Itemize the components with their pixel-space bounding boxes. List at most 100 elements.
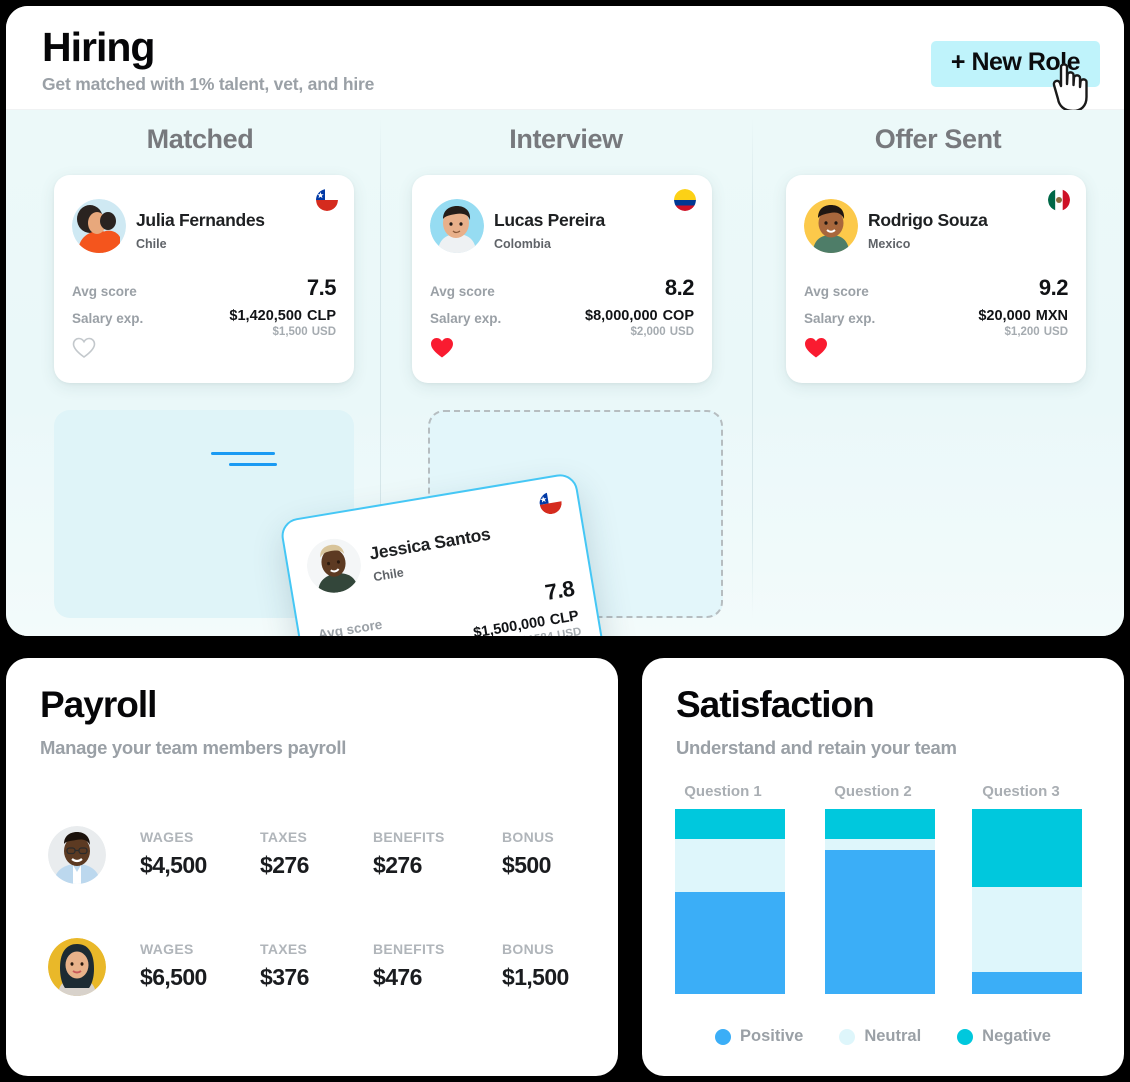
payroll-value: $4,500 [140, 852, 207, 878]
avg-score-value: 9.2 [1038, 275, 1069, 300]
payroll-value: $276 [260, 852, 309, 878]
payroll-panel: Payroll Manage your team members payroll… [6, 658, 618, 1076]
legend-item-neutral: Neutral [839, 1027, 921, 1046]
payroll-column-header: TAXES [260, 941, 308, 957]
payroll-value: $500 [502, 852, 551, 878]
payroll-value: $1,500 [502, 964, 569, 990]
payroll-cell-benefits: BENEFITS $276 [373, 829, 445, 879]
satisfaction-subtitle: Understand and retain your team [676, 737, 957, 758]
candidate-name: Rodrigo Souza [868, 210, 988, 230]
new-role-button[interactable]: + New Role [930, 41, 1100, 87]
column-header-matched: Matched [146, 124, 254, 154]
avatar [48, 938, 106, 996]
payroll-column-header: BENEFITS [373, 941, 445, 957]
candidate-card[interactable]: Rodrigo Souza Mexico Avg score 9.2 Salar… [786, 175, 1086, 383]
salary-usd-amount: $2,000 [630, 326, 666, 338]
hiring-panel: Hiring Get matched with 1% talent, vet, … [6, 6, 1124, 636]
heart-outline-icon[interactable] [72, 337, 96, 359]
salary-usd-currency: USD [669, 326, 694, 338]
payroll-cell-taxes: TAXES $376 [260, 941, 309, 991]
mexico-flag-icon [1048, 189, 1070, 211]
avatar [303, 535, 365, 597]
bar-segment-positive [972, 971, 1082, 994]
salary-usd-currency: USD [311, 326, 336, 338]
payroll-column-header: BENEFITS [373, 829, 445, 845]
placeholder-line [229, 463, 277, 466]
salary-usd-currency: USD [1043, 326, 1068, 338]
payroll-value: $476 [373, 964, 422, 990]
avatar [430, 199, 484, 253]
chile-flag-icon [537, 490, 563, 515]
payroll-column-header: BONUS [502, 829, 555, 845]
avg-score-value: 8.2 [664, 275, 695, 300]
payroll-row[interactable]: WAGES $6,500 TAXES $376 BENEFITS $476 BO… [40, 935, 590, 1015]
avatar [72, 199, 126, 253]
heart-filled-icon[interactable] [804, 337, 828, 359]
payroll-subtitle: Manage your team members payroll [40, 737, 347, 758]
payroll-value: $276 [373, 852, 422, 878]
hiring-header: Hiring Get matched with 1% talent, vet, … [6, 6, 1124, 113]
bar-segment-positive [825, 849, 935, 994]
salary-exp-label: Salary exp. [430, 311, 502, 326]
bar-segment-positive [675, 892, 785, 994]
salary-local-currency: MXN [1035, 308, 1068, 324]
salary-local-currency: CLP [307, 308, 336, 324]
salary-exp-label: Salary exp. [72, 311, 144, 326]
chart-legend: Positive Neutral Negative [642, 1027, 1124, 1046]
chart-category-label: Question 3 [982, 783, 1060, 800]
avg-score-label: Avg score [804, 284, 869, 299]
heart-filled-icon[interactable] [430, 337, 454, 359]
stacked-bar[interactable] [825, 809, 935, 994]
column-divider [752, 118, 753, 618]
salary-usd-amount: $1,500 [272, 326, 308, 338]
bar-segment-neutral [825, 838, 935, 850]
avg-score-value: 7.8 [543, 575, 577, 606]
salary-local-amount: $8,000,000 [585, 308, 658, 324]
salary-local-amount: $20,000 [978, 308, 1031, 324]
app-root: Hiring Get matched with 1% talent, vet, … [0, 0, 1130, 1082]
bar-segment-neutral [675, 838, 785, 893]
salary-local: $20,000 MXN [978, 308, 1068, 324]
salary-usd: $2,000 USD [631, 326, 694, 338]
payroll-column-header: BONUS [502, 941, 555, 957]
avg-score-label: Avg score [316, 616, 384, 636]
chart-category-label: Question 1 [684, 783, 762, 800]
chart-category-label: Question 2 [834, 783, 912, 800]
payroll-value: $6,500 [140, 964, 207, 990]
legend-color-swatch-positive [715, 1028, 732, 1045]
candidate-country: Colombia [494, 237, 551, 251]
candidate-country: Chile [136, 237, 167, 251]
legend-color-swatch-neutral [839, 1028, 856, 1045]
candidate-name: Jessica Santos [367, 523, 492, 564]
candidate-country: Chile [372, 565, 405, 585]
avatar [48, 826, 106, 884]
avg-score-label: Avg score [72, 284, 137, 299]
legend-label: Positive [740, 1027, 804, 1045]
salary-usd-currency: USD [556, 625, 583, 636]
candidate-card[interactable]: Julia Fernandes Chile Avg score 7.5 Sala… [54, 175, 354, 383]
candidate-card[interactable]: Lucas Pereira Colombia Avg score 8.2 Sal… [412, 175, 712, 383]
payroll-column-header: WAGES [140, 941, 194, 957]
bar-segment-negative [825, 809, 935, 839]
payroll-column-header: WAGES [140, 829, 194, 845]
candidate-country: Mexico [868, 237, 911, 251]
salary-exp-label: Salary exp. [804, 311, 876, 326]
payroll-cell-benefits: BENEFITS $476 [373, 941, 445, 991]
page-title: Hiring [42, 24, 155, 70]
legend-item-positive: Positive [715, 1027, 803, 1046]
chile-flag-icon [316, 189, 338, 211]
placeholder-line [211, 452, 275, 455]
candidate-name: Lucas Pereira [494, 210, 605, 230]
avatar [804, 199, 858, 253]
salary-usd: $1,200 USD [1005, 326, 1068, 338]
salary-local-amount: $1,420,500 [229, 308, 302, 324]
stacked-bar[interactable] [675, 809, 785, 994]
legend-label: Negative [982, 1027, 1051, 1045]
legend-color-swatch-negative [957, 1028, 974, 1045]
salary-local-currency: COP [662, 308, 694, 324]
payroll-row[interactable]: WAGES $4,500 TAXES $276 BENEFITS $276 BO… [40, 823, 590, 903]
stacked-bar[interactable] [972, 809, 1082, 994]
bar-segment-negative [972, 809, 1082, 887]
hiring-kanban-board: Matched Interview Offer Sent Julia Ferna… [6, 110, 1124, 636]
legend-label: Neutral [864, 1027, 922, 1045]
